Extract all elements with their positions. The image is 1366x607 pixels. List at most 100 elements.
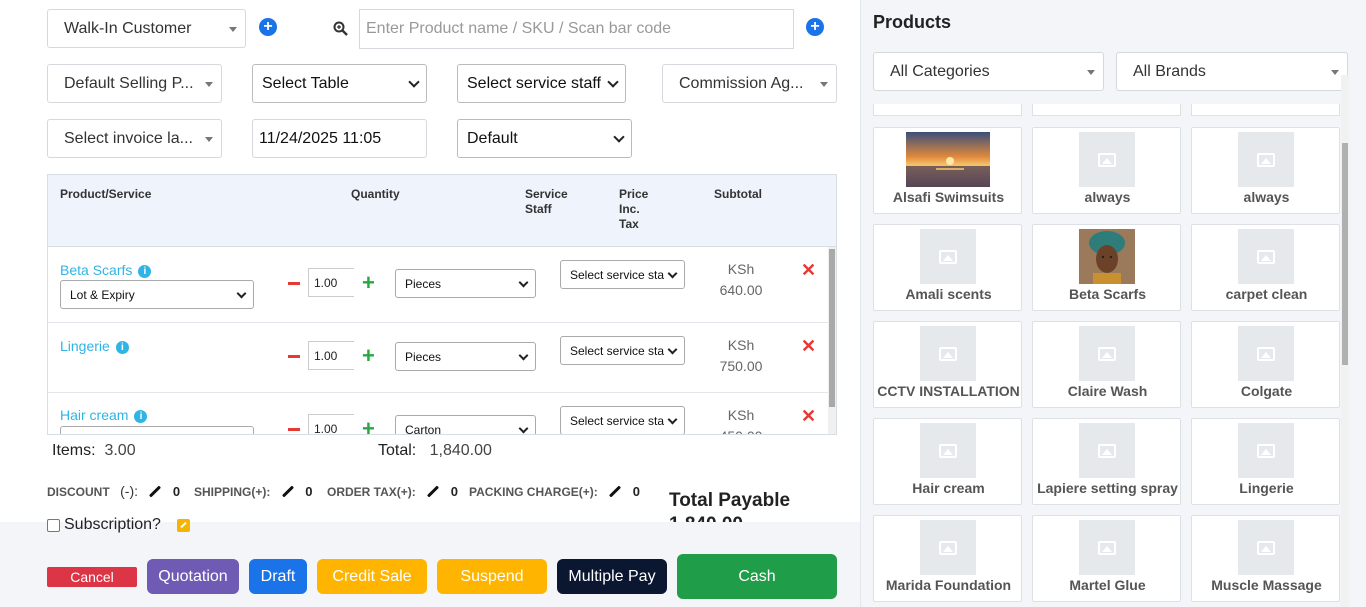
product-card[interactable]: always [1191, 127, 1340, 214]
cash-button[interactable]: Cash [677, 554, 837, 599]
order-tax-summary: ORDER TAX(+): 0 [327, 483, 458, 501]
image-placeholder-icon [1238, 229, 1294, 284]
multiple-pay-button[interactable]: Multiple Pay [557, 559, 667, 594]
quotation-button[interactable]: Quotation [147, 559, 239, 594]
product-card[interactable]: CCTV INSTALLATION [873, 321, 1022, 408]
products-panel: Products All Categories All Brands Alsaf… [860, 0, 1366, 607]
edit-discount-icon[interactable] [149, 485, 162, 498]
increase-quantity-icon[interactable]: + [362, 345, 375, 367]
subtotal-value: 750.00 [719, 358, 763, 374]
cancel-button[interactable]: Cancel [47, 567, 137, 587]
product-card[interactable]: Hair cream [873, 418, 1022, 505]
items-value: 3.00 [104, 442, 136, 459]
unit-select[interactable]: Pieces [395, 269, 536, 298]
subtotal-value: 450.00 [711, 426, 771, 434]
decrease-quantity-icon[interactable] [288, 428, 300, 431]
product-card[interactable]: carpet clean [1191, 224, 1340, 311]
product-search-input[interactable]: Enter Product name / SKU / Scan bar code [359, 9, 794, 49]
product-card[interactable]: always [1032, 127, 1181, 214]
image-placeholder-icon [1079, 132, 1135, 187]
remove-row-icon[interactable]: ✕ [801, 260, 816, 281]
row-service-staff-select[interactable]: Select service sta [560, 336, 685, 365]
chevron-down-icon [518, 350, 529, 361]
quantity-input[interactable]: 1.00 [308, 414, 354, 434]
info-icon[interactable]: i [138, 265, 152, 278]
chevron-down-icon [518, 423, 529, 434]
table-row: Lingerie i 1.00 + Pieces Select service s… [48, 323, 830, 393]
product-name-link[interactable]: Hair cream i [60, 407, 148, 423]
product-card[interactable]: Beta Scarfs [1032, 224, 1181, 311]
table-select[interactable]: Select Table [252, 64, 427, 103]
unit-select[interactable]: Pieces [395, 342, 536, 371]
header-quantity: Quantity [351, 187, 400, 201]
increase-quantity-icon[interactable]: + [362, 272, 375, 294]
product-card[interactable]: Colgate [1191, 321, 1340, 408]
product-card[interactable]: Amali scents [873, 224, 1022, 311]
credit-sale-button[interactable]: Credit Sale [317, 559, 427, 594]
subscription-checkbox[interactable] [47, 518, 60, 532]
category-filter-label: All Categories [890, 62, 990, 80]
remove-row-icon[interactable]: ✕ [801, 406, 816, 427]
product-card[interactable]: Martel Glue [1032, 515, 1181, 602]
add-product-icon[interactable]: + [806, 18, 824, 36]
previous-row-edge [873, 104, 1341, 117]
edit-packing-charge-icon[interactable] [609, 485, 622, 498]
edit-order-tax-icon[interactable] [427, 485, 440, 498]
invoice-layout-select[interactable]: Select invoice la... [47, 119, 222, 158]
row-service-staff-select[interactable]: Select service sta [560, 260, 685, 289]
info-icon[interactable]: i [134, 410, 148, 423]
unit-select[interactable]: Carton [395, 415, 536, 434]
quantity-input[interactable]: 1.00 [308, 341, 354, 370]
edit-shipping-icon[interactable] [281, 485, 294, 498]
external-link-icon[interactable] [176, 518, 190, 532]
category-filter[interactable]: All Categories [873, 52, 1104, 91]
product-card[interactable]: Alsafi Swimsuits [873, 127, 1022, 214]
product-card[interactable]: Lingerie [1191, 418, 1340, 505]
product-image-portrait [1079, 229, 1135, 284]
lot-expiry-select[interactable] [60, 426, 254, 434]
product-name-link[interactable]: Lingerie i [60, 338, 129, 354]
customer-select-label: Walk-In Customer [64, 19, 192, 37]
currency: KSh [727, 261, 755, 277]
discount-sign: (-): [120, 483, 139, 499]
product-card-name: Martel Glue [1069, 577, 1146, 593]
invoice-scheme-select[interactable]: Default [457, 119, 632, 158]
product-name: Hair cream [60, 407, 129, 423]
discount-label: DISCOUNT [47, 485, 110, 499]
add-customer-icon[interactable]: + [259, 18, 277, 36]
product-card[interactable]: Claire Wash [1032, 321, 1181, 408]
brand-filter[interactable]: All Brands [1116, 52, 1348, 91]
image-placeholder-icon [1238, 132, 1294, 187]
lot-expiry-select[interactable]: Lot & Expiry [60, 280, 254, 309]
cart-table-header: Product/Service Quantity Service Staff P… [48, 175, 836, 247]
service-staff-select[interactable]: Select service staff [457, 64, 626, 103]
caret-down-icon [1087, 70, 1095, 75]
subscription-option: Subscription? [47, 516, 190, 534]
customer-select[interactable]: Walk-In Customer [47, 9, 246, 48]
commission-agent-select[interactable]: Commission Ag... [662, 64, 837, 103]
transaction-date-input[interactable]: 11/24/2025 11:05 [252, 119, 427, 158]
quantity-input[interactable]: 1.00 [308, 268, 354, 297]
product-card[interactable]: Lapiere setting spray [1032, 418, 1181, 505]
product-card-name: Claire Wash [1067, 383, 1148, 399]
draft-button[interactable]: Draft [249, 559, 307, 594]
items-label: Items: [52, 442, 96, 459]
cart-scrollbar[interactable] [828, 247, 836, 434]
products-scrollbar-thumb[interactable] [1342, 143, 1348, 365]
products-scrollbar[interactable] [1341, 75, 1349, 607]
product-card[interactable]: Muscle Massage [1191, 515, 1340, 602]
cart-scrollbar-thumb[interactable] [829, 249, 835, 407]
increase-quantity-icon[interactable]: + [362, 418, 375, 435]
decrease-quantity-icon[interactable] [288, 355, 300, 358]
product-card[interactable]: Marida Foundation [873, 515, 1022, 602]
info-icon[interactable]: i [115, 341, 129, 354]
remove-row-icon[interactable]: ✕ [801, 336, 816, 357]
product-card-name: Hair cream [912, 480, 985, 496]
decrease-quantity-icon[interactable] [288, 282, 300, 285]
product-name-link[interactable]: Beta Scarfs i [60, 262, 152, 278]
price-group-select[interactable]: Default Selling P... [47, 64, 222, 103]
suspend-button[interactable]: Suspend [437, 559, 547, 594]
discount-summary: DISCOUNT (-): 0 [47, 483, 180, 501]
row-service-staff-select[interactable]: Select service sta [560, 406, 685, 434]
products-title: Products [873, 12, 952, 32]
